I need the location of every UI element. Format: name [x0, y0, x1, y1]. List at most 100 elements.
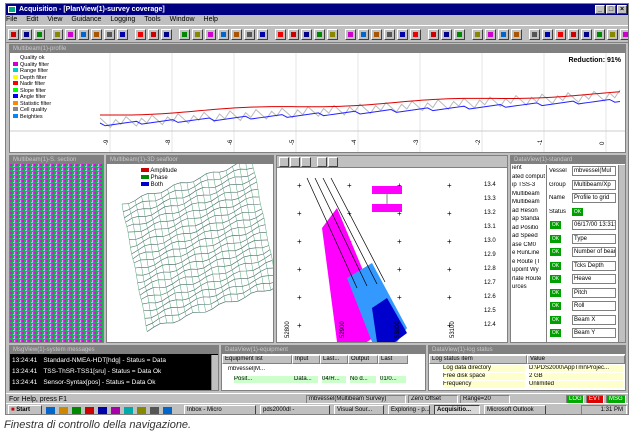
toolbar-button-30[interactable] [410, 29, 421, 40]
toolbar-button-29[interactable] [397, 29, 408, 40]
toolbar-button-24[interactable] [327, 29, 338, 40]
logstatus-window[interactable]: DataView(1)-log status Log status item Va… [428, 345, 626, 391]
tree-item[interactable]: ad Positio [512, 225, 546, 232]
toolbar-button-10[interactable] [135, 29, 146, 40]
equipment-header[interactable]: Last [378, 355, 408, 364]
quick-launch-icon[interactable] [98, 407, 107, 414]
toolbar-button-42[interactable] [581, 29, 592, 40]
dataview-row-value[interactable]: Number of beams [572, 247, 616, 257]
tree-item[interactable]: ad Reson [512, 208, 546, 215]
task-button[interactable]: Inbox - Micro [184, 405, 256, 414]
toolbar-button-19[interactable] [257, 29, 268, 40]
quick-launch-icon[interactable] [111, 407, 120, 414]
toolbar-button-25[interactable] [345, 29, 356, 40]
dataview-row-value[interactable]: Pitch [572, 287, 616, 298]
start-button[interactable]: ■ Start [8, 405, 42, 414]
toolbar-button-43[interactable] [594, 29, 605, 40]
dataview-tree[interactable]: ient ated comput ip TSS-3 Multibeam Multibea… [511, 165, 547, 342]
dataview-grid[interactable]: Vessel mbvessel(Mul Group Multibeam/Xp Name P… [548, 165, 618, 342]
dataview-row-value[interactable]: Beam Y [572, 328, 616, 338]
toolbar-button-37[interactable] [511, 29, 522, 40]
tree-item[interactable]: ient [512, 165, 546, 172]
toolbar-button-36[interactable] [498, 29, 509, 40]
dataview-row-value[interactable]: Profile to grid [572, 193, 616, 203]
toolbar-button-16[interactable] [218, 29, 229, 40]
dataview-scrollbar[interactable] [618, 165, 625, 342]
log-header[interactable]: Log status item [429, 355, 527, 364]
toolbar-button-21[interactable] [288, 29, 299, 40]
equipment-header[interactable]: Output [348, 355, 378, 364]
menu-help[interactable]: Help [204, 16, 218, 23]
dataview-row-value[interactable]: Beam X [572, 314, 616, 325]
toolbar-button-28[interactable] [384, 29, 395, 40]
tree-item[interactable]: ase CM0 [512, 242, 546, 249]
quick-launch-icon[interactable] [163, 407, 172, 414]
quick-launch-icon[interactable] [72, 407, 81, 414]
tree-item[interactable]: upoint Wy [512, 267, 546, 274]
tree-item[interactable]: ated comput [512, 174, 546, 181]
profile-window[interactable]: Multibeam(1)-profile -9 -8 -6 -5 -4 -3 -2 -1 0 Q… [9, 44, 626, 153]
dataview-row-value[interactable]: Multibeam/Xp [572, 179, 616, 190]
toolbar-button-32[interactable] [441, 29, 452, 40]
tree-item[interactable]: Multibeam [512, 199, 546, 206]
toolbar-button-34[interactable] [472, 29, 483, 40]
tree-item[interactable]: Multibeam [512, 191, 546, 198]
menu-guidance[interactable]: Guidance [71, 16, 101, 23]
tree-item[interactable]: ip TSS-3 [512, 182, 546, 189]
planview-window[interactable]: ++++++++++++++++++++++++ 13.413.313.213.… [276, 155, 508, 343]
tree-item[interactable]: rlate Route [512, 276, 546, 283]
dataview-row-value[interactable]: Tcks Depth [572, 260, 616, 271]
toolbar-button-1[interactable] [8, 29, 19, 40]
toolbar-button-39[interactable] [542, 29, 553, 40]
quick-launch-icon[interactable] [150, 407, 159, 414]
log-header[interactable]: Value [527, 355, 625, 364]
equipment-header[interactable]: Input [292, 355, 320, 364]
task-button[interactable]: pds2000dl - [260, 405, 330, 414]
quick-launch-icon[interactable] [137, 407, 146, 414]
sidescan-window[interactable]: Multibeam(1)-S. section [9, 155, 104, 343]
tree-item[interactable]: e Route (T [512, 259, 546, 266]
messages-window[interactable]: MsgView(1)-system messages 13:24:41 Stand… [9, 345, 219, 391]
menu-file[interactable]: File [6, 16, 17, 23]
toolbar-button-6[interactable] [78, 29, 89, 40]
task-button[interactable]: Exploring - p... [388, 405, 430, 414]
toolbar-button-26[interactable] [358, 29, 369, 40]
menu-tools[interactable]: Tools [144, 16, 160, 23]
dataview-row-value[interactable]: Roll [572, 301, 616, 311]
toolbar-button-11[interactable] [148, 29, 159, 40]
menu-window[interactable]: Window [170, 16, 195, 23]
toolbar-button-15[interactable] [205, 29, 216, 40]
toolbar-button-2[interactable] [21, 29, 32, 40]
close-button[interactable]: × [617, 5, 627, 14]
dataview-row-value[interactable]: Type [572, 233, 616, 244]
toolbar-button-35[interactable] [485, 29, 496, 40]
toolbar-button-44[interactable] [607, 29, 618, 40]
dataview-row-value[interactable]: mbvessel(Mul [572, 166, 616, 176]
maximize-button[interactable]: □ [606, 5, 616, 14]
menu-logging[interactable]: Logging [110, 16, 135, 23]
menu-edit[interactable]: Edit [26, 16, 38, 23]
toolbar-button-12[interactable] [161, 29, 172, 40]
messages-scrollbar[interactable] [211, 355, 218, 390]
toolbar-button-17[interactable] [231, 29, 242, 40]
toolbar-button-4[interactable] [52, 29, 63, 40]
tree-item[interactable]: e RunLine [512, 250, 546, 257]
toolbar-button-20[interactable] [275, 29, 286, 40]
zoom-in-icon[interactable] [279, 157, 289, 167]
minimize-button[interactable]: _ [595, 5, 605, 14]
task-button[interactable]: Visual Sour... [334, 405, 384, 414]
toolbar-button-14[interactable] [192, 29, 203, 40]
toolbar-button-13[interactable] [179, 29, 190, 40]
task-button[interactable]: Microsoft Outlook [484, 405, 546, 414]
pan-icon[interactable] [328, 157, 338, 167]
seafloor-3d-window[interactable]: Multibeam(1)-3D seafloor Amplitude Phase… [106, 155, 274, 343]
toolbar-button-5[interactable] [65, 29, 76, 40]
quick-launch-icon[interactable] [124, 407, 133, 414]
tree-item[interactable]: ad Speed [512, 233, 546, 240]
dataview-row-value[interactable]: Heave [572, 274, 616, 284]
dataview-row-value[interactable]: 06/17/00 13:31:2 [572, 220, 616, 230]
quick-launch-icon[interactable] [59, 407, 68, 414]
toolbar-button-8[interactable] [104, 29, 115, 40]
equipment-window[interactable]: DataView(1)-equipment Equipment list Inpu… [221, 345, 426, 391]
toolbar-button-38[interactable] [529, 29, 540, 40]
